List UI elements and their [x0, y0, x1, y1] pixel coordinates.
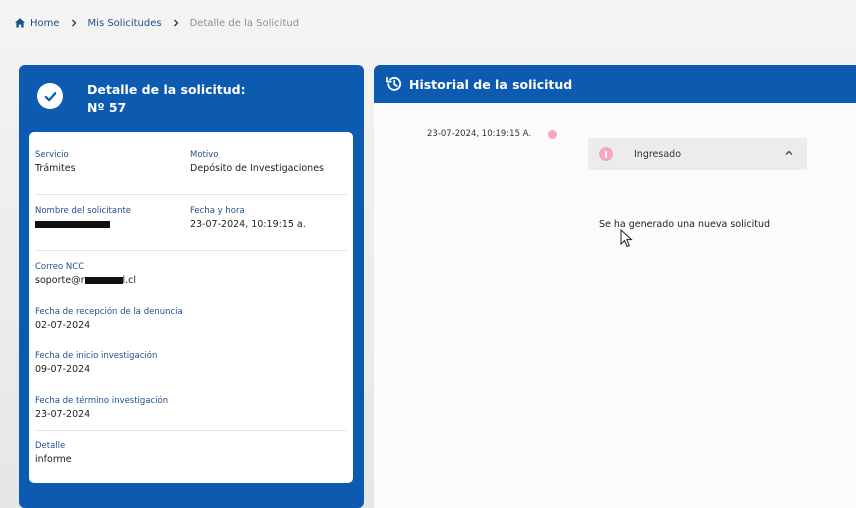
timeline-event-header[interactable]: Ingresado — [588, 138, 807, 170]
field-value: Trámites — [35, 163, 76, 174]
field-detalle: Detalle informe — [35, 441, 72, 467]
chevron-right-icon — [172, 19, 180, 27]
divider — [35, 194, 347, 195]
breadcrumb: Home Mis Solicitudes Detalle de la Solic… — [14, 17, 299, 29]
breadcrumb-current: Detalle de la Solicitud — [189, 17, 300, 29]
field-label: Fecha y hora — [190, 206, 245, 216]
field-value: soporte@r l.cl — [35, 274, 136, 288]
email-prefix: soporte@r — [35, 275, 85, 286]
field-label: Nombre del solicitante — [35, 206, 132, 216]
breadcrumb-home[interactable]: Home — [30, 18, 60, 29]
field-value: 02-07-2024 — [35, 320, 91, 331]
info-icon — [599, 147, 613, 161]
mouse-cursor-icon — [620, 229, 633, 248]
history-header: Historial de la solicitud — [374, 65, 856, 103]
field-value — [35, 218, 131, 232]
breadcrumb-mis-solicitudes[interactable]: Mis Solicitudes — [88, 18, 162, 29]
field-nombre-solicitante: Nombre del solicitante — [35, 206, 131, 232]
chevron-up-icon[interactable] — [783, 147, 795, 159]
field-fecha-termino: Fecha de término investigación 23-07-202… — [35, 396, 168, 422]
request-detail-card: Detalle de la solicitud: Nº 57 Servicio … — [19, 65, 364, 508]
email-suffix: l.cl — [122, 275, 137, 286]
field-label: Servicio — [35, 150, 69, 160]
field-label: Fecha de recepción de la denuncia — [35, 307, 183, 317]
event-status: Ingresado — [634, 148, 682, 160]
detail-title: Detalle de la solicitud: Nº 57 — [87, 81, 246, 117]
field-label: Motivo — [190, 150, 219, 160]
timeline-dot — [548, 130, 557, 139]
history-card: Historial de la solicitud 23-07-2024, 10… — [374, 65, 856, 508]
timeline-date: 23-07-2024, 10:19:15 A. — [427, 129, 532, 139]
field-value: 23-07-2024, 10:19:15 a. — [190, 219, 306, 230]
check-circle-icon — [37, 83, 63, 109]
detail-body: Servicio Trámites Motivo Depósito de Inv… — [29, 132, 353, 483]
history-icon — [385, 75, 403, 93]
field-label: Fecha de inicio investigación — [35, 351, 158, 361]
field-label: Correo NCC — [35, 262, 85, 272]
divider — [35, 250, 347, 251]
field-label: Fecha de término investigación — [35, 396, 169, 406]
history-timeline: 23-07-2024, 10:19:15 A. Ingresado Se ha … — [374, 103, 856, 508]
redacted-text — [84, 277, 123, 284]
field-fecha-recepcion: Fecha de recepción de la denuncia 02-07-… — [35, 307, 183, 333]
chevron-right-icon — [70, 19, 78, 27]
field-value: informe — [35, 454, 72, 465]
field-value: 23-07-2024 — [35, 409, 91, 420]
field-correo: Correo NCC soporte@r l.cl — [35, 262, 136, 288]
field-servicio: Servicio Trámites — [35, 150, 76, 176]
field-value: 09-07-2024 — [35, 364, 91, 375]
home-icon[interactable] — [14, 17, 26, 29]
request-number: Nº 57 — [87, 100, 127, 115]
history-title: Historial de la solicitud — [409, 76, 573, 92]
field-fecha-inicio: Fecha de inicio investigación 09-07-2024 — [35, 351, 157, 377]
detail-title-text: Detalle de la solicitud: — [87, 82, 246, 97]
divider — [35, 430, 347, 431]
redacted-text — [35, 221, 110, 228]
page: Home Mis Solicitudes Detalle de la Solic… — [0, 0, 856, 508]
detail-header: Detalle de la solicitud: Nº 57 — [37, 81, 246, 117]
field-motivo: Motivo Depósito de Investigaciones — [190, 150, 324, 176]
field-label: Detalle — [35, 441, 66, 451]
field-value: Depósito de Investigaciones — [190, 163, 324, 174]
field-fecha-hora: Fecha y hora 23-07-2024, 10:19:15 a. — [190, 206, 306, 232]
